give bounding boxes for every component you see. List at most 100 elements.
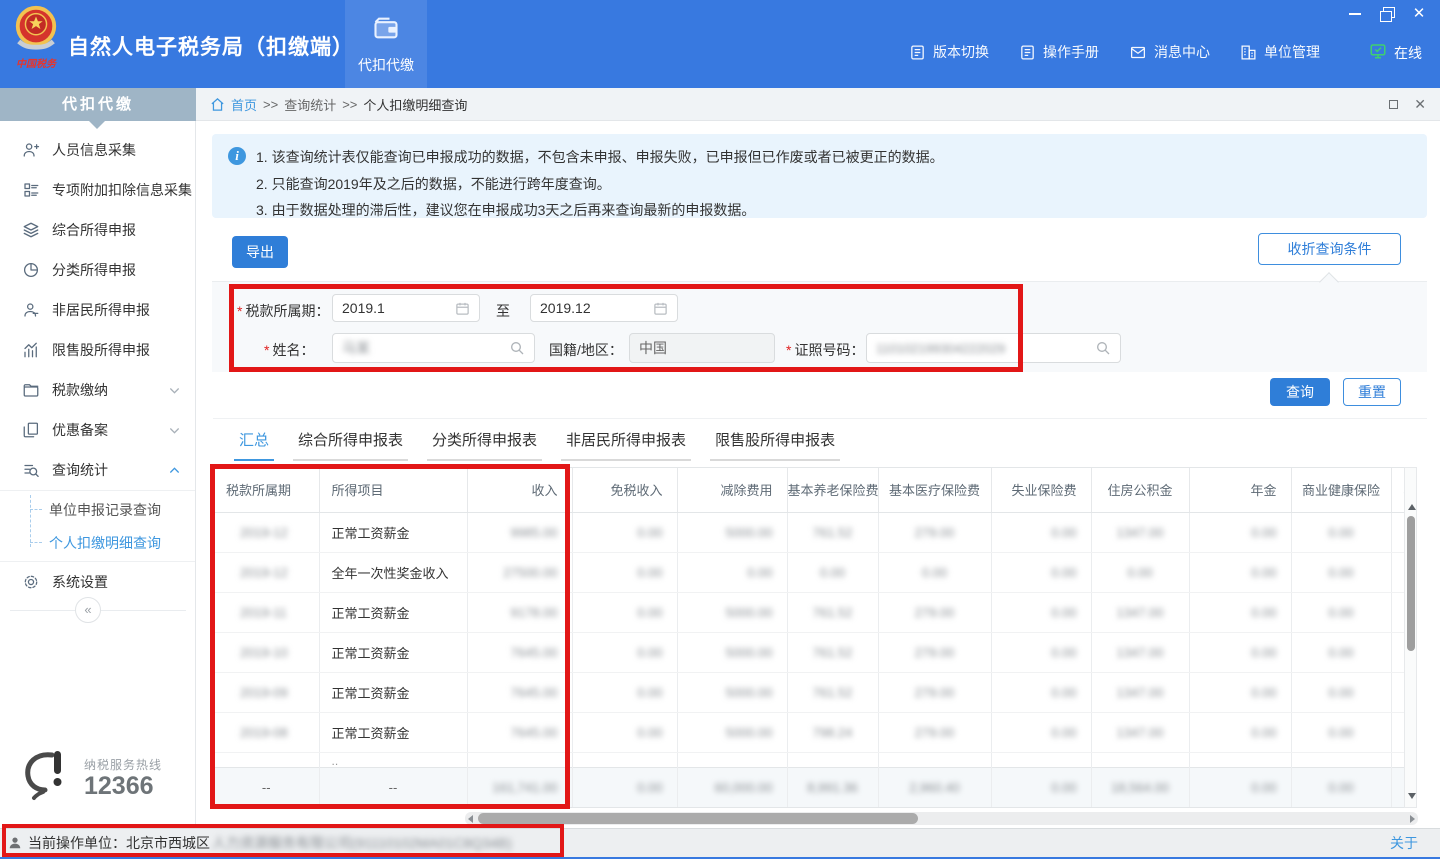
app-header: 中国税务 自然人电子税务局（扣缴端） 代扣代缴 版本切换操作手册消息中心单位管理 [0, 0, 1440, 88]
sidebar-subitem-personal-withholding-detail-query[interactable]: 个人扣缴明细查询 [0, 526, 195, 559]
nationality-label: 国籍/地区： [549, 340, 623, 360]
sidebar-collapse-button[interactable]: « [75, 597, 101, 623]
calendar-icon[interactable] [653, 301, 668, 316]
table-cell: 5000.00 [677, 512, 787, 552]
table-summary-cell: 161,741.00 [467, 767, 572, 807]
tab-comprehensive[interactable]: 综合所得申报表 [293, 427, 408, 461]
table-cell: 0.00 [1189, 672, 1291, 712]
nav-item-unit-management[interactable]: 单位管理 [1240, 42, 1320, 62]
table-cell: 5000.00 [677, 592, 787, 632]
tree-dash-icon [30, 509, 42, 510]
sidebar-item-comprehensive-income-declaration[interactable]: 综合所得申报 [0, 210, 195, 250]
table-cell: 761.52 [787, 512, 878, 552]
cert-number-input[interactable]: 110102199304222029 [866, 333, 1121, 363]
period-end-input[interactable]: 2019.12 [530, 294, 678, 322]
search-list-icon [22, 461, 40, 479]
table-cell: 1347.00 [1091, 512, 1189, 552]
table-cell: 全年一次性奖金收入 [319, 552, 467, 592]
sidebar-subitem-unit-declaration-record-query[interactable]: 单位申报记录查询 [0, 493, 195, 526]
sidebar-item-label: 税款缴纳 [52, 380, 108, 400]
nav-item-message-center[interactable]: 消息中心 [1129, 42, 1210, 62]
current-unit-visible: 北京市西城区 [126, 833, 210, 853]
horizontal-scrollbar[interactable] [465, 812, 1418, 825]
result-table-wrap: 税款所属期所得项目收入免税收入减除费用基本养老保险费基本医疗保险费失业保险费住房… [213, 467, 1405, 808]
close-icon[interactable]: ✕ [1412, 7, 1426, 21]
tab-summary[interactable]: 汇总 [234, 427, 274, 461]
restore-icon[interactable] [1380, 7, 1394, 21]
collapse-query-button[interactable]: 收折查询条件 [1258, 233, 1401, 265]
sidebar-item-label: 非居民所得申报 [52, 300, 150, 320]
table-cell: 1347.00 [1091, 632, 1189, 672]
table-cell: 279.00 [878, 592, 991, 632]
table-cell: 0.00 [572, 712, 677, 752]
logo-caption: 中国税务 [8, 55, 64, 70]
module-tab-label: 代扣代缴 [358, 55, 414, 75]
table-cell: 27500.00 [467, 552, 572, 592]
page-maximize-icon[interactable] [1389, 100, 1398, 109]
search-icon[interactable] [1095, 340, 1111, 356]
layers-icon [22, 221, 40, 239]
table-cell: 1347.00 [1091, 712, 1189, 752]
scroll-right-icon[interactable] [1410, 815, 1415, 823]
sidebar-item-restricted-stock-declaration[interactable]: 限售股所得申报 [0, 330, 195, 370]
nav-item-label: 单位管理 [1264, 42, 1320, 62]
tab-restricted-stock[interactable]: 限售股所得申报表 [710, 427, 840, 461]
sidebar-item-special-deduction-collection[interactable]: 专项附加扣除信息采集 [0, 170, 195, 210]
table-summary-cell: 0.00 [572, 767, 677, 807]
tab-nonresident[interactable]: 非居民所得申报表 [561, 427, 691, 461]
page-close-icon[interactable]: ✕ [1414, 96, 1426, 113]
sidebar-item-label: 优惠备案 [52, 420, 108, 440]
wallet-icon [371, 14, 401, 47]
horizontal-scroll-thumb[interactable] [478, 813, 918, 824]
search-icon[interactable] [509, 340, 525, 356]
query-button[interactable]: 查询 [1270, 378, 1330, 406]
table-cell [1391, 672, 1405, 712]
tab-classified[interactable]: 分类所得申报表 [427, 427, 542, 461]
chevron-up-icon [168, 464, 181, 477]
scroll-left-icon[interactable] [468, 815, 473, 823]
sidebar-item-system-settings[interactable]: 系统设置 [0, 562, 195, 602]
sidebar-item-preferential-filing[interactable]: 优惠备案 [0, 410, 195, 450]
document-icon [1019, 44, 1036, 61]
sidebar-subitem-label: 单位申报记录查询 [49, 500, 161, 520]
sidebar-header: 代扣代缴 [0, 88, 196, 121]
table-summary-row: ----161,741.000.0060,000.008,991.362,960… [214, 767, 1405, 807]
table-cell: 0.00 [1291, 632, 1391, 672]
scroll-down-icon[interactable] [1408, 793, 1416, 799]
scroll-up-icon[interactable] [1408, 504, 1416, 510]
sidebar-item-tax-payment[interactable]: 税款缴纳 [0, 370, 195, 410]
period-start-input[interactable]: 2019.1 [332, 294, 480, 322]
column-header: 基本养老保险费 [787, 468, 878, 512]
sidebar-item-classified-income-declaration[interactable]: 分类所得申报 [0, 250, 195, 290]
export-button[interactable]: 导出 [232, 236, 288, 268]
breadcrumb-home[interactable]: 首页 [231, 95, 257, 114]
minimize-icon[interactable] [1348, 7, 1362, 21]
column-header: 年金 [1189, 468, 1291, 512]
tab-withholding-module[interactable]: 代扣代缴 [345, 0, 427, 88]
notice-line: 3. 由于数据处理的滞后性，建议您在申报成功3天之后再来查询最新的申报数据。 [256, 200, 755, 220]
column-header: 税款所属期 [214, 468, 319, 512]
section-divider [213, 418, 1427, 419]
sidebar-item-label: 限售股所得申报 [52, 340, 150, 360]
nav-item-version-switch[interactable]: 版本切换 [909, 42, 989, 62]
hotline-number: 12366 [84, 772, 154, 801]
name-input[interactable]: 马某 [332, 333, 535, 363]
nav-item-manual[interactable]: 操作手册 [1019, 42, 1099, 62]
vertical-scroll-thumb[interactable] [1407, 516, 1415, 651]
person-icon [22, 301, 40, 319]
reset-button[interactable]: 重置 [1343, 378, 1401, 406]
calendar-icon[interactable] [455, 301, 470, 316]
sidebar-item-nonresident-income-declaration[interactable]: 非居民所得申报 [0, 290, 195, 330]
period-label: *税款所属期： [237, 301, 329, 321]
table-summary-cell: -- [319, 767, 467, 807]
table-cell [1391, 712, 1405, 752]
sidebar-submenu: 单位申报记录查询个人扣缴明细查询 [0, 490, 195, 562]
table-cell: 7645.00 [467, 632, 572, 672]
document-icon [909, 44, 926, 61]
about-link[interactable]: 关于 [1390, 833, 1418, 853]
sidebar-item-personnel-info-collection[interactable]: 人员信息采集 [0, 130, 195, 170]
vertical-scrollbar[interactable] [1404, 467, 1417, 808]
sidebar-item-query-statistics[interactable]: 查询统计 [0, 450, 195, 490]
table-summary-cell [1391, 767, 1405, 807]
table-cell: 5000.00 [677, 712, 787, 752]
